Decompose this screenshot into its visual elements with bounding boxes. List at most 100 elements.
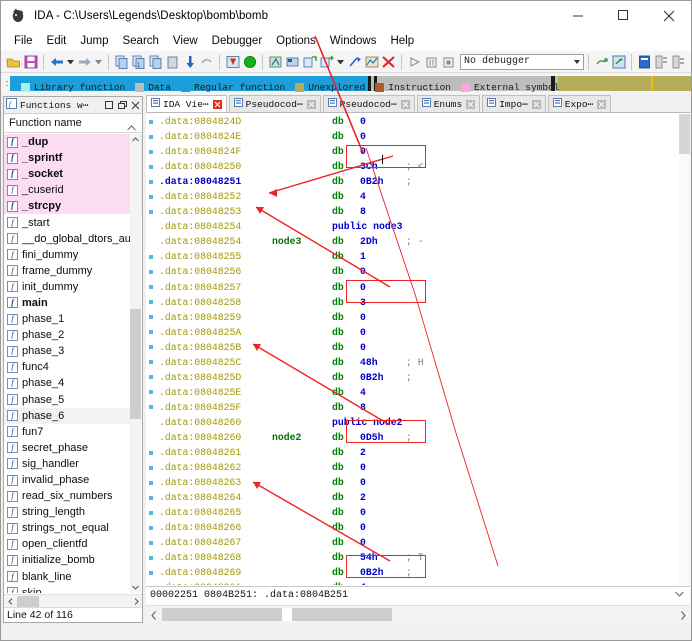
function-list-item[interactable]: f _sprintf — [4, 150, 142, 167]
function-list-item[interactable]: f phase_5 — [4, 392, 142, 408]
menu-file[interactable]: File — [7, 33, 40, 49]
function-list-item[interactable]: f skip — [4, 585, 142, 593]
debugger-select[interactable]: No debugger — [460, 53, 584, 70]
save-icon[interactable] — [22, 53, 39, 71]
refresh-icon[interactable] — [610, 53, 627, 71]
copy-all-icon[interactable] — [147, 53, 164, 71]
line-operand[interactable]: 0 — [360, 477, 406, 488]
scroll-down-icon[interactable] — [130, 582, 141, 593]
function-list-item[interactable]: f fini_dummy — [4, 247, 142, 263]
close-panel-icon[interactable] — [129, 99, 142, 112]
function-list-item[interactable]: f main — [4, 295, 142, 311]
line-operand[interactable]: 0 — [360, 282, 406, 293]
tab-close-icon[interactable] — [531, 99, 541, 109]
step-into-icon[interactable] — [301, 53, 318, 71]
function-list-item[interactable]: f blank_line — [4, 569, 142, 585]
line-operand[interactable]: 3Ch — [360, 161, 406, 172]
function-list-item[interactable]: f phase_4 — [4, 375, 142, 391]
view-tabs[interactable]: IDA Vie⋯ Pseudocod⋯ Pseudocod⋯ Enums Impo⋯ Ex… — [146, 95, 690, 113]
line-operand[interactable]: 0 — [360, 116, 406, 127]
scrollbar-thumb[interactable] — [17, 596, 39, 607]
disassembly-line[interactable]: .data:0804825C db 48h; H — [146, 355, 690, 370]
scrollbar-thumb[interactable] — [162, 608, 392, 621]
functions-column-header[interactable]: Function name — [4, 114, 142, 133]
line-operand[interactable]: 4 — [360, 191, 406, 202]
view-tab-0[interactable]: IDA Vie⋯ — [146, 95, 227, 112]
down-arrow-icon[interactable] — [181, 53, 198, 71]
disassembly-line[interactable]: .data:08048257 db 0 — [146, 280, 690, 295]
disassembly-line[interactable]: .data:08048266 db 0 — [146, 520, 690, 535]
forward-arrow-icon[interactable] — [76, 53, 93, 71]
function-list-item[interactable]: f secret_phase — [4, 440, 142, 456]
function-list-item[interactable]: f frame_dummy — [4, 263, 142, 279]
stop-icon[interactable] — [380, 53, 397, 71]
enum-alt-icon[interactable] — [670, 53, 687, 71]
line-operand[interactable]: 2 — [360, 447, 406, 458]
disassembly-line[interactable]: .data:0804825D db 0B2h; — [146, 370, 690, 385]
play-icon[interactable] — [406, 53, 423, 71]
disassembly-line[interactable]: .data:08048264 db 2 — [146, 490, 690, 505]
pause-icon[interactable] — [423, 53, 440, 71]
line-label[interactable]: node2 — [272, 432, 332, 443]
line-operand[interactable]: 48h — [360, 357, 406, 368]
disassembly-line[interactable]: .data:08048265 db 0 — [146, 505, 690, 520]
disassembly-line[interactable]: .data:08048261 db 2 — [146, 445, 690, 460]
scroll-left-icon[interactable] — [146, 606, 161, 624]
function-list-item[interactable]: f sig_handler — [4, 456, 142, 472]
disassembly-line[interactable]: .data:08048253 db 8 — [146, 204, 690, 219]
disassembly-line[interactable]: .data:08048258 db 3 — [146, 295, 690, 310]
function-list-item[interactable]: f strings_not_equal — [4, 520, 142, 536]
functions-vertical-scrollbar[interactable] — [130, 134, 141, 593]
line-operand[interactable]: 0 — [360, 266, 406, 277]
paste-icon[interactable] — [164, 53, 181, 71]
disassembly-line[interactable]: .data:08048260 node2 db 0D5h; — [146, 430, 690, 445]
function-list-item[interactable]: f init_dummy — [4, 279, 142, 295]
line-operand[interactable]: 54h — [360, 552, 406, 563]
function-list-item[interactable]: f phase_2 — [4, 327, 142, 343]
struct-icon[interactable] — [636, 53, 653, 71]
disassembly-line[interactable]: .data:08048259 db 0 — [146, 310, 690, 325]
restore-icon[interactable] — [103, 99, 116, 112]
scroll-right-icon[interactable] — [675, 606, 690, 624]
view-tab-4[interactable]: Impo⋯ — [482, 95, 546, 112]
menu-windows[interactable]: Windows — [323, 33, 384, 49]
minimize-icon[interactable] — [556, 1, 601, 30]
terminate-icon[interactable] — [440, 53, 457, 71]
line-operand[interactable]: 2Dh — [360, 236, 406, 247]
disassembly-line[interactable]: .data:08048254 public node3 — [146, 219, 690, 234]
menu-view[interactable]: View — [166, 33, 205, 49]
disassembly-line[interactable]: .data:0804824E db 0 — [146, 129, 690, 144]
copy-icon[interactable] — [113, 53, 130, 71]
view-tab-5[interactable]: Expo⋯ — [547, 95, 612, 112]
function-list-item[interactable]: f open_clientfd — [4, 536, 142, 552]
function-list-item[interactable]: f fun7 — [4, 424, 142, 440]
undo-icon[interactable] — [198, 53, 215, 71]
enum-icon[interactable] — [653, 53, 670, 71]
back-dropdown-icon[interactable] — [65, 53, 76, 71]
scrollbar-thumb[interactable] — [679, 114, 690, 154]
line-operand[interactable]: 0 — [360, 146, 406, 157]
line-operand[interactable]: 4 — [360, 582, 406, 585]
function-list-item[interactable]: f _dup — [4, 134, 142, 151]
disassembly-line[interactable]: .data:08048255 db 1 — [146, 249, 690, 264]
flag-icon[interactable] — [224, 53, 241, 71]
disassembly-line[interactable]: .data:0804826A db4 — [146, 580, 690, 585]
copy-1-icon[interactable]: 1 — [130, 53, 147, 71]
function-list-item[interactable]: f func4 — [4, 359, 142, 375]
green-circle-icon[interactable] — [241, 53, 258, 71]
tab-close-icon[interactable] — [597, 99, 607, 109]
menu-help[interactable]: Help — [383, 33, 421, 49]
line-operand[interactable]: 3 — [360, 297, 406, 308]
line-operand[interactable]: 1 — [360, 251, 406, 262]
disassembly-line[interactable]: .data:0804825B db 0 — [146, 340, 690, 355]
disassembly-line[interactable]: .data:08048260 public node2 — [146, 415, 690, 430]
line-operand[interactable]: 8 — [360, 402, 406, 413]
graph-icon[interactable] — [363, 53, 380, 71]
line-operand[interactable]: 0 — [360, 312, 406, 323]
disassembly-line[interactable]: .data:08048267 db 0 — [146, 535, 690, 550]
line-operand[interactable]: 0B2h — [360, 567, 406, 578]
scrollbar-thumb[interactable] — [130, 309, 141, 419]
line-operand[interactable]: 0D5h — [360, 432, 406, 443]
tab-close-icon[interactable] — [466, 99, 476, 109]
function-list-item[interactable]: f read_six_numbers — [4, 488, 142, 504]
